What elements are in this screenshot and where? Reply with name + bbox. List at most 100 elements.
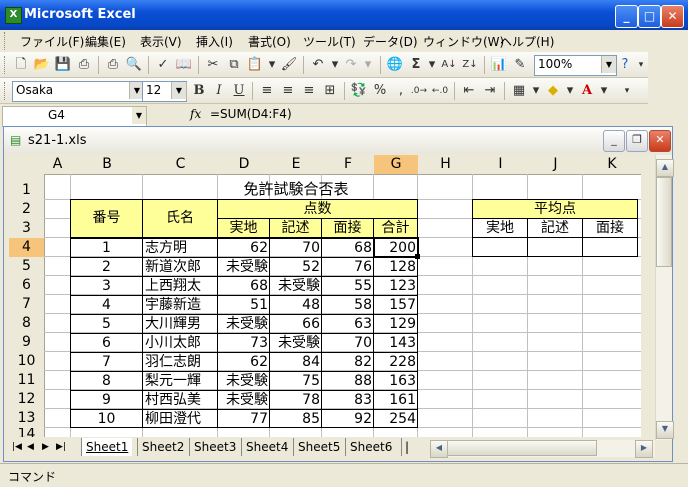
cell-total[interactable]: 143 xyxy=(373,333,418,352)
cell-total[interactable]: 123 xyxy=(373,276,418,295)
font-color-dropdown-icon[interactable]: ▾ xyxy=(595,82,613,100)
cell-practical[interactable]: 62 xyxy=(217,352,270,371)
cell-written[interactable]: 70 xyxy=(269,238,322,257)
toolbar-options-icon[interactable]: ▾ xyxy=(618,82,636,100)
row-header-7[interactable]: 7 xyxy=(9,295,45,315)
vertical-scrollbar[interactable]: ▲ ▼ xyxy=(655,155,674,440)
fill-color-dropdown-icon[interactable]: ▾ xyxy=(561,82,579,100)
cell-written[interactable]: 78 xyxy=(269,390,322,409)
average-written-value[interactable] xyxy=(527,237,583,257)
chevron-down-icon[interactable]: ▼ xyxy=(132,107,146,124)
new-icon[interactable]: 🗋 xyxy=(12,56,30,74)
borders-icon[interactable]: ▦ xyxy=(510,82,528,100)
row-header-4[interactable]: 4 xyxy=(9,238,45,258)
scroll-left-icon[interactable]: ◀ xyxy=(430,440,448,458)
font-color-icon[interactable]: A xyxy=(578,82,596,100)
active-cell-g4[interactable] xyxy=(373,237,419,258)
cell-practical[interactable]: 62 xyxy=(217,238,270,257)
decrease-indent-icon[interactable]: ⇤ xyxy=(460,82,478,100)
row-header-10[interactable]: 10 xyxy=(9,352,45,372)
menu-tools[interactable]: ツール(T) xyxy=(303,33,356,50)
bold-icon[interactable]: B xyxy=(190,82,208,100)
prev-sheet-icon[interactable]: ◀ xyxy=(27,438,34,456)
format-painter-icon[interactable]: 🖌 xyxy=(280,56,298,74)
cell-interview[interactable]: 58 xyxy=(321,295,374,314)
increase-indent-icon[interactable]: ⇥ xyxy=(481,82,499,100)
cell-written[interactable]: 未受験 xyxy=(269,333,322,352)
row-header-14[interactable]: 14 xyxy=(9,428,45,437)
currency-icon[interactable]: 💱 xyxy=(350,82,368,100)
column-header-h[interactable]: H xyxy=(418,155,474,175)
fill-color-icon[interactable]: ◆ xyxy=(544,82,562,100)
tab-sheet1[interactable]: Sheet1 xyxy=(81,438,133,456)
cell-practical[interactable]: 未受験 xyxy=(217,257,270,276)
cell-practical[interactable]: 未受験 xyxy=(217,390,270,409)
menu-help[interactable]: ヘルプ(H) xyxy=(500,33,554,50)
menu-window[interactable]: ウィンドウ(W) xyxy=(423,33,504,50)
borders-dropdown-icon[interactable]: ▾ xyxy=(527,82,545,100)
redo-icon[interactable]: ↷ xyxy=(342,56,360,74)
header-interview[interactable]: 面接 xyxy=(321,218,374,238)
column-header-e[interactable]: E xyxy=(270,155,323,175)
chevron-down-icon[interactable]: ▼ xyxy=(171,82,186,99)
tab-sheet5[interactable]: Sheet5 xyxy=(293,438,340,456)
cell-practical[interactable]: 51 xyxy=(217,295,270,314)
horizontal-scrollbar[interactable]: ◀ ▶ xyxy=(430,440,655,458)
minimize-icon[interactable]: _ xyxy=(615,5,638,28)
average-written-label[interactable]: 記述 xyxy=(527,218,583,238)
tab-sheet3[interactable]: Sheet3 xyxy=(189,438,236,456)
cell-number[interactable]: 7 xyxy=(70,352,143,371)
cell-name[interactable]: 大川輝男 xyxy=(142,314,218,333)
menu-file[interactable]: ファイル(F) xyxy=(20,33,84,50)
underline-icon[interactable]: U xyxy=(230,82,248,100)
cell-number[interactable]: 3 xyxy=(70,276,143,295)
cell-written[interactable]: 48 xyxy=(269,295,322,314)
row-header-8[interactable]: 8 xyxy=(9,314,45,334)
paste-dropdown-icon[interactable]: ▾ xyxy=(263,56,281,74)
formula-input[interactable]: =SUM(D4:F4) xyxy=(210,107,292,121)
cell-practical[interactable]: 77 xyxy=(217,409,270,428)
maximize-icon[interactable]: □ xyxy=(638,5,661,28)
cell-interview[interactable]: 88 xyxy=(321,371,374,390)
autosum-dropdown-icon[interactable]: ▾ xyxy=(423,56,441,74)
scroll-down-icon[interactable]: ▼ xyxy=(656,421,674,439)
cell-interview[interactable]: 68 xyxy=(321,238,374,257)
cell-number[interactable]: 5 xyxy=(70,314,143,333)
menu-view[interactable]: 表示(V) xyxy=(140,33,182,50)
font-size-select[interactable]: 12 ▼ xyxy=(142,81,187,102)
cell-written[interactable]: 66 xyxy=(269,314,322,333)
decrease-decimal-icon[interactable]: ←.0 xyxy=(431,82,449,100)
cell-name[interactable]: 上西翔太 xyxy=(142,276,218,295)
row-header-1[interactable]: 1 xyxy=(9,174,45,201)
spreadsheet-grid[interactable]: A B C D E F G H I J K 1 2 3 4 5 6 7 8 9 … xyxy=(9,155,641,437)
next-sheet-icon[interactable]: ▶ xyxy=(42,438,49,456)
average-interview-value[interactable] xyxy=(582,237,638,257)
align-center-icon[interactable]: ≡ xyxy=(279,82,297,100)
header-practical[interactable]: 実地 xyxy=(217,218,270,238)
cell-number[interactable]: 4 xyxy=(70,295,143,314)
header-number[interactable]: 番号 xyxy=(70,199,143,238)
cell-interview[interactable]: 92 xyxy=(321,409,374,428)
column-header-k[interactable]: K xyxy=(583,155,641,175)
print-preview-icon[interactable]: 🔍 xyxy=(125,56,143,74)
sort-descending-icon[interactable]: Z↓ xyxy=(461,56,479,74)
name-box[interactable]: G4 ▼ xyxy=(2,106,147,127)
cell-total[interactable]: 157 xyxy=(373,295,418,314)
increase-decimal-icon[interactable]: .0→ xyxy=(410,82,428,100)
last-sheet-icon[interactable]: ▶| xyxy=(56,438,66,456)
row-header-2[interactable]: 2 xyxy=(9,200,45,220)
close-icon[interactable]: ✕ xyxy=(649,130,671,152)
align-right-icon[interactable]: ≡ xyxy=(300,82,318,100)
tab-sheet4[interactable]: Sheet4 xyxy=(241,438,288,456)
cut-icon[interactable]: ✂ xyxy=(204,56,222,74)
print-icon[interactable]: ⎙ xyxy=(104,56,122,74)
cell-interview[interactable]: 63 xyxy=(321,314,374,333)
redo-dropdown-icon[interactable]: ▾ xyxy=(359,56,377,74)
column-header-j[interactable]: J xyxy=(528,155,584,175)
cell-name[interactable]: 志方明 xyxy=(142,238,218,257)
tab-sheet6[interactable]: Sheet6 xyxy=(345,438,392,456)
cell-name[interactable]: 柳田澄代 xyxy=(142,409,218,428)
select-all-corner[interactable] xyxy=(9,155,45,175)
table-title[interactable]: 免許試験合否表 xyxy=(218,180,374,199)
cell-number[interactable]: 1 xyxy=(70,238,143,257)
